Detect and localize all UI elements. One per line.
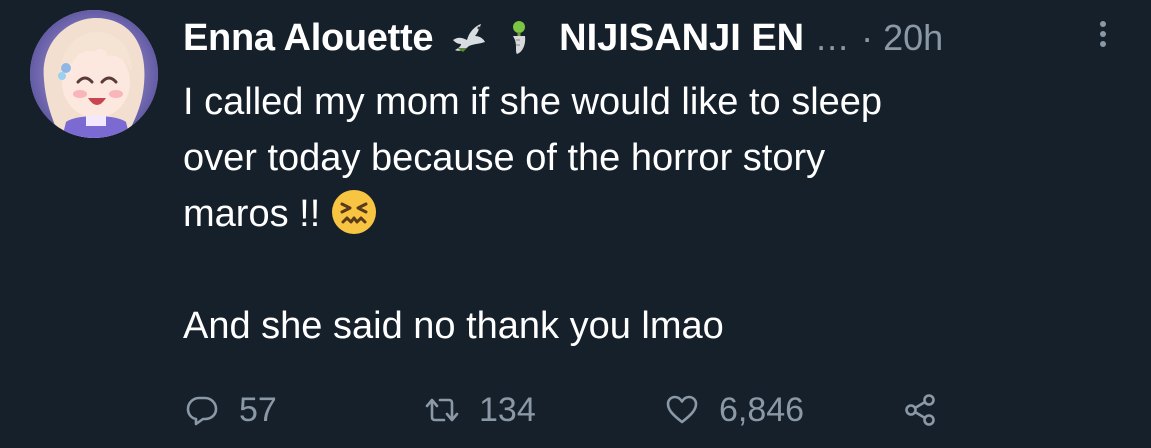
timestamp[interactable]: 20h: [883, 17, 943, 59]
tweet-text-segment: maros !!: [183, 193, 321, 235]
separator-dot: ·: [861, 17, 874, 58]
reply-icon: [186, 396, 218, 426]
share-icon: [905, 394, 935, 426]
tweet-text-line: I called my mom if she would like to sle…: [183, 81, 883, 123]
retweet-button[interactable]: 134: [425, 388, 536, 432]
action-bar: 57 134 6,846: [185, 388, 985, 432]
more-vertical-icon[interactable]: [1091, 14, 1115, 54]
avatar-image: [30, 10, 158, 138]
tweet-text: I called my mom if she would like to sle…: [183, 74, 1113, 354]
like-button[interactable]: 6,846: [665, 388, 804, 432]
tweet-text-line: maros !!: [183, 186, 1113, 242]
share-button[interactable]: [903, 388, 937, 432]
reply-button[interactable]: 57: [185, 388, 277, 432]
affiliation-label: NIJISANJI EN: [559, 16, 805, 59]
tweet-header: Enna Alouette NIJISANJI EN ... · 20h: [183, 10, 1143, 66]
tweet-text-line: over today because of the horror story: [183, 137, 826, 179]
reply-count: 57: [239, 390, 277, 429]
dove-icon: [447, 16, 491, 60]
like-count: 6,846: [719, 390, 805, 429]
display-name[interactable]: Enna Alouette: [183, 17, 433, 60]
confounded-face-emoji: [330, 188, 378, 236]
tweet: Enna Alouette NIJISANJI EN ... · 20h I c…: [0, 0, 1151, 448]
retweet-icon: [425, 398, 459, 422]
heart-icon: [666, 395, 698, 424]
retweet-count: 134: [479, 390, 536, 429]
tweet-text-line: And she said no thank you lmao: [183, 305, 724, 347]
bell-pepper-icon: [497, 16, 541, 60]
name-truncation: ...: [816, 17, 850, 58]
avatar[interactable]: [30, 10, 158, 138]
